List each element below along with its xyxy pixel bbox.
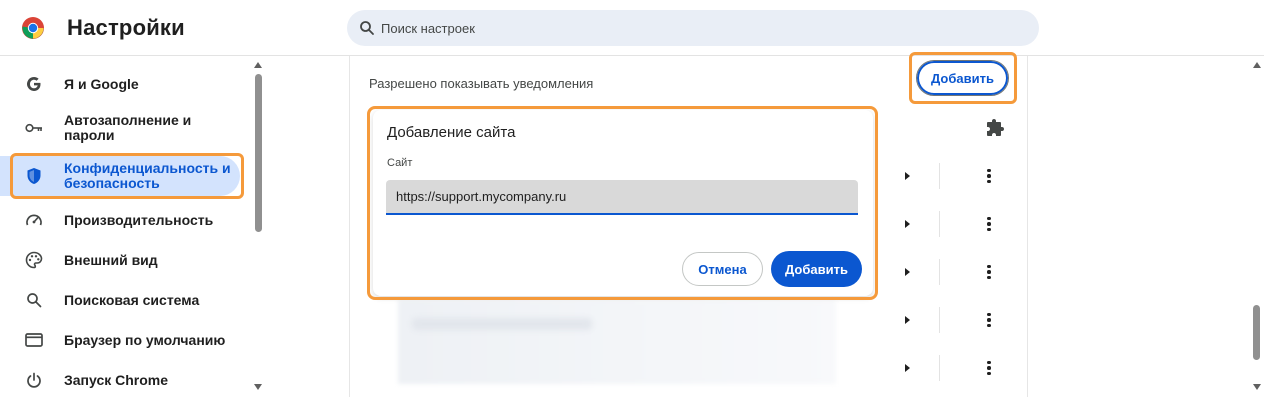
- puzzle-icon: [987, 119, 1004, 136]
- sidebar-item-performance[interactable]: Производительность: [0, 200, 250, 240]
- row-divider: [939, 307, 940, 333]
- google-icon: [24, 74, 44, 94]
- more-options-icon[interactable]: [979, 214, 999, 234]
- sidebar-item-label: Поисковая система: [64, 291, 200, 308]
- more-options-icon[interactable]: [979, 310, 999, 330]
- sidebar-item-on-startup[interactable]: Запуск Chrome: [0, 360, 250, 397]
- row-expand-arrow-icon[interactable]: [905, 316, 910, 324]
- sidebar-item-appearance[interactable]: Внешний вид: [0, 240, 250, 280]
- row-expand-arrow-icon[interactable]: [905, 268, 910, 276]
- sidebar-item-label: Браузер по умолчанию: [64, 331, 226, 348]
- search-box[interactable]: [347, 10, 1039, 46]
- sidebar-item-label: Производительность: [64, 211, 214, 228]
- row-expand-arrow-icon[interactable]: [905, 220, 910, 228]
- page-scroll-up-icon[interactable]: [1253, 62, 1261, 68]
- row-divider: [939, 355, 940, 381]
- more-options-icon[interactable]: [979, 358, 999, 378]
- highlight-frame-add: [909, 52, 1017, 104]
- page-title: Настройки: [67, 15, 185, 40]
- sidebar-item-label: Автозаполнение и пароли: [64, 112, 192, 143]
- section-label: Разрешено показывать уведомления: [369, 76, 594, 91]
- row-expand-arrow-icon[interactable]: [905, 364, 910, 372]
- sidebar-item-label: Внешний вид: [64, 251, 158, 268]
- more-options-icon[interactable]: [979, 166, 999, 186]
- row-divider: [939, 211, 940, 237]
- highlight-frame-dialog: [367, 106, 878, 300]
- more-options-icon[interactable]: [979, 262, 999, 282]
- sidebar-item-default-browser[interactable]: Браузер по умолчанию: [0, 320, 250, 360]
- palette-icon: [24, 250, 44, 270]
- chrome-logo-icon: [22, 17, 44, 39]
- sidebar-scroll-down-icon[interactable]: [254, 384, 262, 390]
- sidebar-scrollbar-thumb[interactable]: [255, 74, 262, 232]
- row-divider: [939, 163, 940, 189]
- key-icon: [24, 118, 44, 138]
- sidebar-item-search-engine[interactable]: Поисковая система: [0, 280, 250, 320]
- power-icon: [24, 370, 44, 390]
- row-divider: [939, 259, 940, 285]
- search-icon: [24, 290, 44, 310]
- sidebar-item-you-and-google[interactable]: Я и Google: [0, 64, 250, 104]
- page-scrollbar-thumb[interactable]: [1253, 305, 1260, 360]
- search-icon: [360, 21, 374, 35]
- sidebar-item-label: Я и Google: [64, 75, 139, 92]
- row-expand-arrow-icon[interactable]: [905, 172, 910, 180]
- highlight-frame-nav: [10, 153, 244, 199]
- sidebar-item-label: Запуск Chrome: [64, 371, 169, 388]
- sidebar-item-autofill[interactable]: Автозаполнение и пароли: [0, 108, 250, 148]
- sidebar-scroll-up-icon[interactable]: [254, 62, 262, 68]
- page-scroll-down-icon[interactable]: [1253, 384, 1261, 390]
- search-input[interactable]: [381, 10, 1021, 46]
- blurred-site-entry: [412, 318, 592, 330]
- blurred-site-list: [398, 300, 836, 384]
- speedometer-icon: [24, 210, 44, 230]
- browser-window-icon: [24, 330, 44, 350]
- header: Настройки: [0, 0, 1264, 56]
